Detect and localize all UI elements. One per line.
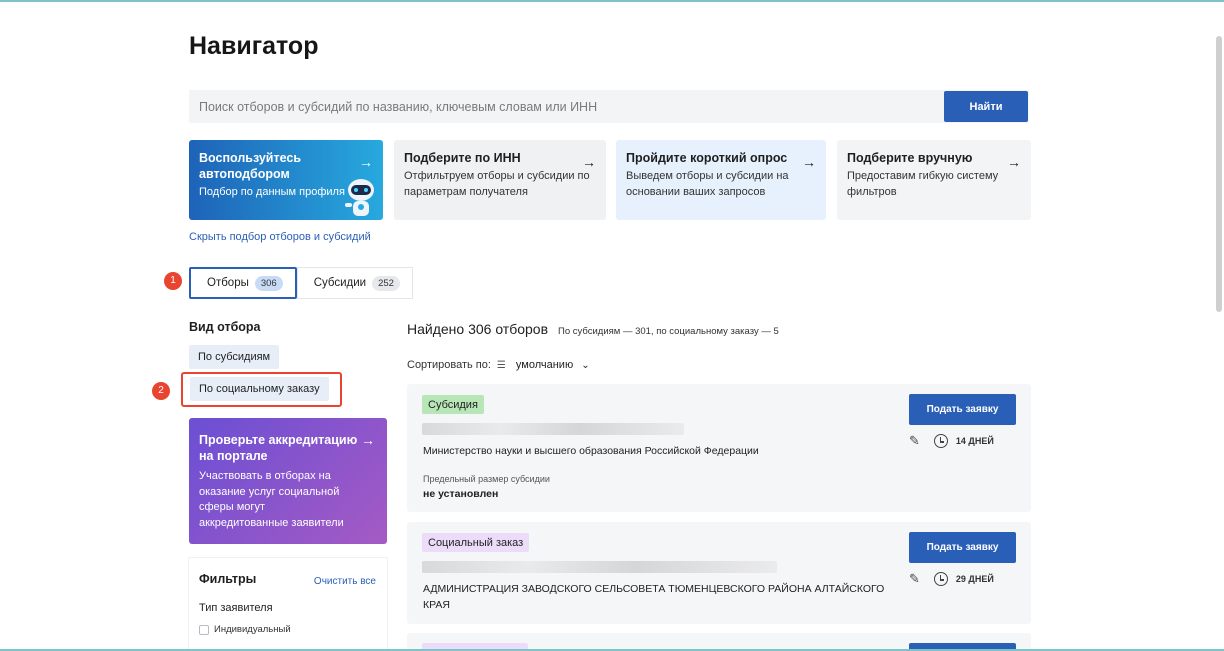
robot-icon xyxy=(345,179,374,216)
tab-label: Субсидии xyxy=(313,277,367,289)
search-button[interactable]: Найти xyxy=(944,91,1028,122)
count-badge: 252 xyxy=(372,275,400,291)
filter-chip-subsidies[interactable]: По субсидиям xyxy=(189,345,280,369)
card-subtitle: Предоставим гибкую систему фильтров xyxy=(847,170,999,198)
tab-label: Отборы xyxy=(207,277,249,289)
applicant-type-option[interactable]: Индивидуальный xyxy=(199,624,377,635)
results-count: Найдено 306 отборов xyxy=(407,321,549,337)
sort-select[interactable]: умолчанию ⌄ xyxy=(516,359,590,371)
chevron-down-icon: ⌄ xyxy=(581,360,590,371)
accreditation-promo[interactable]: Проверьте аккредитацию на портале Участв… xyxy=(189,418,387,544)
redacted-title xyxy=(422,423,684,435)
days-left: 14 ДНЕЙ xyxy=(955,436,994,446)
days-left: 29 ДНЕЙ xyxy=(955,574,994,584)
card-subtitle: Отфильтруем отборы и субсидии по парамет… xyxy=(404,170,590,198)
arrow-right-icon: → xyxy=(1007,154,1021,170)
tab-subsidies[interactable]: Субсидии 252 xyxy=(296,267,413,299)
arrow-right-icon: → xyxy=(361,432,375,448)
sort-icon: ☰ xyxy=(496,359,506,371)
type-tag: Субсидия xyxy=(422,395,484,414)
option-label: Индивидуальный xyxy=(214,624,291,635)
card-title: Пройдите короткий опрос xyxy=(626,151,788,165)
step-marker: 2 xyxy=(152,382,170,400)
pill-icon: ✎ xyxy=(909,571,920,586)
sort-control: Сортировать по: ☰ умолчанию ⌄ xyxy=(407,359,590,371)
step-marker: 1 xyxy=(164,272,182,290)
page-title: Навигатор xyxy=(189,32,319,60)
checkbox[interactable] xyxy=(199,624,209,635)
promo-title: Проверьте аккредитацию на портале xyxy=(199,433,358,463)
arrow-right-icon: → xyxy=(359,154,373,170)
filters-panel: Фильтры Очистить все Тип заявителя Индив… xyxy=(189,558,387,651)
clock-icon xyxy=(933,572,948,586)
result-card[interactable]: Субсидия Министерство науки и высшего об… xyxy=(407,384,1031,512)
search-bar: Найти xyxy=(189,90,1029,123)
promo-text: Участвовать в отборах на оказание услуг … xyxy=(199,470,344,529)
apply-button[interactable]: Подать заявку xyxy=(909,532,1016,563)
redacted-title xyxy=(422,561,777,573)
arrow-right-icon: → xyxy=(582,154,596,170)
autoselect-card[interactable]: Воспользуйтесь автоподбором Подбор по да… xyxy=(189,140,383,220)
manual-select-card[interactable]: Подберите вручную Предоставим гибкую сис… xyxy=(837,140,1031,220)
organization-name: Министерство науки и высшего образования… xyxy=(423,445,759,457)
filter-chip-social-order[interactable]: По социальному заказу xyxy=(190,377,329,401)
count-badge: 306 xyxy=(254,275,283,291)
limit-value: не установлен xyxy=(423,488,499,500)
result-card[interactable]: Социальный заказ АДМИНИСТРАЦИЯ ЗАВОДСКОГ… xyxy=(407,522,1031,624)
card-title: Воспользуйтесь автоподбором xyxy=(199,151,302,181)
scrollbar[interactable] xyxy=(1216,36,1222,312)
results-summary: Найдено 306 отборов По субсидиям — 301, … xyxy=(407,321,779,337)
clock-icon xyxy=(933,434,948,448)
hide-selection-link[interactable]: Скрыть подбор отборов и субсидий xyxy=(189,231,371,243)
search-input[interactable] xyxy=(189,90,941,123)
limit-label: Предельный размер субсидии xyxy=(423,474,550,484)
tab-bar: Отборы 306 Субсидии 252 xyxy=(189,267,413,299)
type-tag: Социальный заказ xyxy=(422,533,530,552)
inn-select-card[interactable]: Подберите по ИНН Отфильтруем отборы и су… xyxy=(394,140,606,220)
selection-type-heading: Вид отбора xyxy=(189,320,261,334)
card-title: Подберите вручную xyxy=(847,151,973,165)
sort-label: Сортировать по: xyxy=(407,359,491,371)
applicant-type-heading: Тип заявителя xyxy=(199,602,273,614)
card-subtitle: Выведем отборы и субсидии на основании в… xyxy=(626,170,789,198)
deadline-info: ✎ 14 ДНЕЙ xyxy=(909,433,994,449)
arrow-right-icon: → xyxy=(802,154,816,170)
pill-icon: ✎ xyxy=(909,433,920,448)
results-breakdown: По субсидиям — 301, по социальному заказ… xyxy=(558,326,779,337)
apply-button[interactable]: Подать заявку xyxy=(909,394,1016,425)
survey-card[interactable]: Пройдите короткий опрос Выведем отборы и… xyxy=(616,140,826,220)
tab-selections[interactable]: Отборы 306 xyxy=(189,267,297,299)
deadline-info: ✎ 29 ДНЕЙ xyxy=(909,571,994,587)
sort-value: умолчанию xyxy=(515,359,574,371)
organization-name: АДМИНИСТРАЦИЯ ЗАВОДСКОГО СЕЛЬСОВЕТА ТЮМЕ… xyxy=(423,583,885,611)
card-title: Подберите по ИНН xyxy=(404,151,521,165)
clear-filters-link[interactable]: Очистить все xyxy=(314,576,376,587)
window-top-border xyxy=(0,0,1224,2)
